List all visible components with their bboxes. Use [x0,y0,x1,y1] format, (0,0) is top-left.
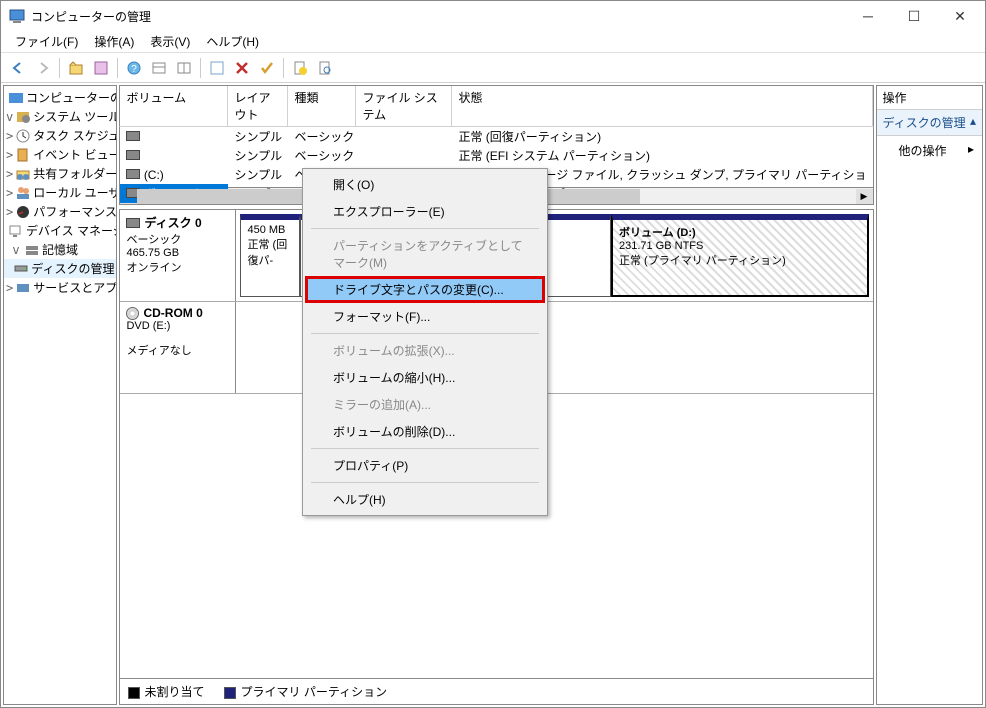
volume-row[interactable]: シンプル ベーシック 正常 (回復パーティション) [120,127,872,146]
disk-icon [126,131,140,141]
actions-header: 操作 [877,86,983,110]
disk-icon [126,218,140,228]
ctx-change-drive-letter[interactable]: ドライブ文字とパスの変更(C)... [305,276,545,303]
menu-help[interactable]: ヘルプ(H) [198,31,267,52]
menu-file[interactable]: ファイル(F) [7,31,86,52]
tree-event-viewer[interactable]: >イベント ビューアー [4,145,116,164]
actions-section[interactable]: ディスクの管理▴ [877,110,983,136]
search-icon[interactable] [314,57,336,79]
tree-device-manager[interactable]: デバイス マネージャー [4,221,116,240]
volume-row[interactable]: シンプル ベーシック 正常 (EFI システム パーティション) [120,146,872,165]
col-fs[interactable]: ファイル システム [356,86,452,126]
col-type[interactable]: 種類 [288,86,356,126]
navigation-tree[interactable]: コンピューターの管理 (ローカル) vシステム ツール >タスク スケジューラ … [3,85,117,705]
refresh-icon[interactable] [206,57,228,79]
legend: 未割り当て プライマリ パーティション [119,679,873,705]
disk-icon [126,169,140,179]
menu-view[interactable]: 表示(V) [142,31,198,52]
ctx-mirror: ミラーの追加(A)... [305,391,545,418]
legend-unallocated-swatch [128,687,140,699]
cd-icon [126,307,139,320]
tree-local-users[interactable]: >ローカル ユーザーとグループ [4,183,116,202]
forward-button[interactable] [32,57,54,79]
disk-info[interactable]: ディスク 0 ベーシック 465.75 GB オンライン [120,210,236,301]
ctx-mark-active: パーティションをアクティブとしてマーク(M) [305,232,545,276]
minimize-button[interactable]: ─ [845,1,891,31]
ctx-open[interactable]: 開く(O) [305,171,545,198]
tree-storage[interactable]: v記憶域 [4,240,116,259]
ctx-shrink[interactable]: ボリュームの縮小(H)... [305,364,545,391]
ctx-help[interactable]: ヘルプ(H) [305,486,545,513]
tree-shared-folders[interactable]: >共有フォルダー [4,164,116,183]
ctx-explorer[interactable]: エクスプローラー(E) [305,198,545,225]
partition-selected[interactable]: ボリューム (D:) 231.71 GB NTFS 正常 (プライマリ パーティ… [611,214,869,297]
app-icon [9,8,25,24]
tree-services[interactable]: >サービスとアプリケーション [4,278,116,297]
disk-icon [126,150,140,160]
help-icon[interactable]: ? [123,57,145,79]
chevron-right-icon: ▸ [968,142,974,159]
up-button[interactable] [65,57,87,79]
ctx-properties[interactable]: プロパティ(P) [305,452,545,479]
ctx-extend: ボリュームの拡張(X)... [305,337,545,364]
titlebar: コンピューターの管理 ─ ☐ ✕ [1,1,985,31]
window-title: コンピューターの管理 [31,8,845,25]
collapse-icon[interactable]: ▴ [970,114,976,131]
tree-systools[interactable]: vシステム ツール [4,107,116,126]
svg-text:?: ? [131,64,137,75]
maximize-button[interactable]: ☐ [891,1,937,31]
ctx-format[interactable]: フォーマット(F)... [305,303,545,330]
col-volume[interactable]: ボリューム [120,86,228,126]
tree-disk-management[interactable]: ディスクの管理 [4,259,116,278]
tree-root[interactable]: コンピューターの管理 (ローカル) [4,88,116,107]
delete-icon[interactable] [231,57,253,79]
col-layout[interactable]: レイアウト [228,86,288,126]
list-icon[interactable] [173,57,195,79]
volume-list-header[interactable]: ボリューム レイアウト 種類 ファイル システム 状態 [119,85,873,126]
back-button[interactable] [7,57,29,79]
col-status[interactable]: 状態 [452,86,872,126]
actions-more[interactable]: 他の操作▸ [877,136,983,165]
actions-pane: 操作 ディスクの管理▴ 他の操作▸ [876,85,984,705]
menubar: ファイル(F) 操作(A) 表示(V) ヘルプ(H) [1,31,985,53]
legend-primary-swatch [224,687,236,699]
properties-icon[interactable] [90,57,112,79]
close-button[interactable]: ✕ [937,1,983,31]
view-icon[interactable] [148,57,170,79]
new-icon[interactable] [289,57,311,79]
menu-action[interactable]: 操作(A) [86,31,142,52]
check-icon[interactable] [256,57,278,79]
tree-task-scheduler[interactable]: >タスク スケジューラ [4,126,116,145]
tree-performance[interactable]: >パフォーマンス [4,202,116,221]
partition[interactable]: 450 MB 正常 (回復パ- [240,214,300,297]
context-menu: 開く(O) エクスプローラー(E) パーティションをアクティブとしてマーク(M)… [302,168,548,516]
cdrom-info[interactable]: CD-ROM 0 DVD (E:) メディアなし [120,302,236,393]
toolbar: ? [1,53,985,83]
ctx-delete[interactable]: ボリュームの削除(D)... [305,418,545,445]
